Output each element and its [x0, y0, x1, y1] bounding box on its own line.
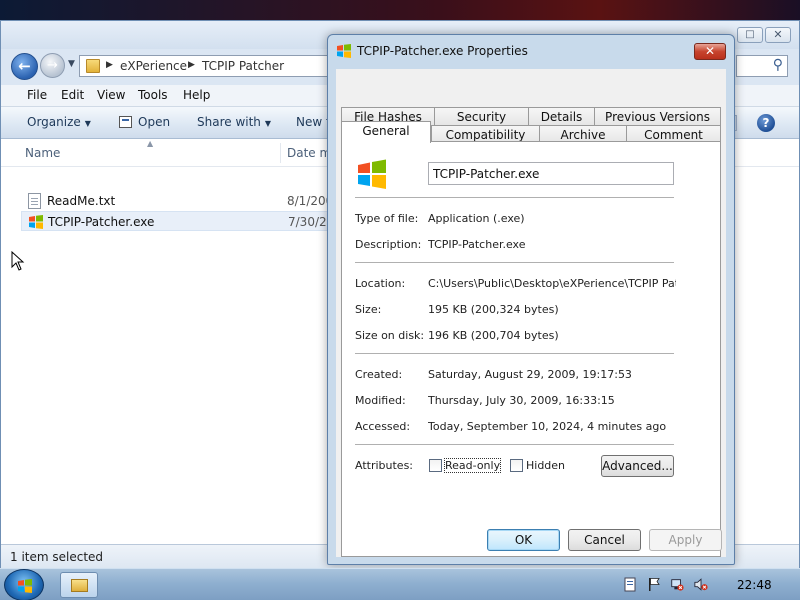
- cancel-button[interactable]: Cancel: [568, 529, 641, 551]
- dialog-body: File Hashes Security Details Previous Ve…: [336, 69, 726, 557]
- divider: [355, 353, 674, 354]
- open-label: Open: [138, 115, 171, 129]
- breadcrumb-segment[interactable]: eXPerience: [120, 59, 187, 73]
- size-label: Size:: [355, 303, 382, 316]
- windows-logo-icon: [337, 44, 351, 58]
- breadcrumb-arrow-icon[interactable]: ▶: [106, 60, 113, 70]
- hidden-label[interactable]: Hidden: [526, 459, 565, 472]
- hidden-checkbox[interactable]: [510, 459, 523, 472]
- desktop-background: [0, 0, 800, 20]
- chevron-down-icon: ▼: [264, 119, 272, 128]
- properties-dialog: TCPIP-Patcher.exe Properties ✕ File Hash…: [327, 34, 735, 565]
- sort-caret-icon: ▲: [147, 139, 154, 148]
- read-only-checkbox[interactable]: [429, 459, 442, 472]
- file-name-field[interactable]: [428, 162, 674, 185]
- created-value: Saturday, August 29, 2009, 19:17:53: [428, 368, 632, 381]
- text-file-icon: [28, 193, 41, 209]
- notification-icon[interactable]: [623, 577, 637, 592]
- search-icon[interactable]: ⚲: [773, 57, 783, 73]
- close-icon: ✕: [704, 44, 716, 58]
- divider: [355, 444, 674, 445]
- breadcrumb-segment[interactable]: TCPIP Patcher: [202, 59, 284, 73]
- read-only-label[interactable]: Read-only: [443, 458, 502, 473]
- ok-button[interactable]: OK: [487, 529, 560, 551]
- recent-pages-dropdown[interactable]: ▼: [68, 59, 75, 69]
- maximize-button[interactable]: □: [737, 27, 763, 43]
- advanced-button[interactable]: Advanced...: [601, 455, 674, 477]
- file-name: ReadMe.txt: [47, 194, 116, 208]
- tab-general[interactable]: General: [341, 121, 431, 143]
- breadcrumb-arrow-icon[interactable]: ▶: [188, 60, 195, 70]
- file-row-tcpip-patcher[interactable]: TCPIP-Patcher.exe 7/30/20: [21, 211, 341, 231]
- created-label: Created:: [355, 368, 403, 381]
- forward-button[interactable]: →: [40, 53, 65, 78]
- mouse-cursor-icon: [11, 251, 25, 271]
- type-of-file-value: Application (.exe): [428, 212, 525, 225]
- divider: [355, 197, 674, 198]
- dialog-close-button[interactable]: ✕: [694, 43, 726, 60]
- apply-button[interactable]: Apply: [649, 529, 722, 551]
- description-label: Description:: [355, 238, 422, 251]
- menu-edit[interactable]: Edit: [61, 88, 84, 102]
- volume-muted-icon[interactable]: [694, 577, 708, 592]
- share-with-button[interactable]: Share with ▼: [197, 115, 271, 129]
- size-on-disk-label: Size on disk:: [355, 329, 425, 342]
- dialog-title: TCPIP-Patcher.exe Properties: [357, 44, 528, 58]
- menu-tools[interactable]: Tools: [138, 88, 168, 102]
- chevron-down-icon: ▼: [84, 119, 91, 128]
- tab-details[interactable]: Details: [528, 107, 595, 127]
- accessed-value: Today, September 10, 2024, 4 minutes ago: [428, 420, 667, 433]
- help-icon[interactable]: ?: [757, 114, 775, 132]
- windows-flag-icon: [18, 579, 32, 593]
- location-label: Location:: [355, 277, 406, 290]
- description-value: TCPIP-Patcher.exe: [428, 238, 526, 251]
- organize-label: Organize: [27, 115, 81, 129]
- address-bar[interactable]: ▶ eXPerience ▶ TCPIP Patcher: [79, 55, 329, 77]
- folder-icon: [86, 59, 100, 73]
- menu-help[interactable]: Help: [183, 88, 210, 102]
- accessed-label: Accessed:: [355, 420, 411, 433]
- file-name: TCPIP-Patcher.exe: [48, 215, 155, 229]
- modified-value: Thursday, July 30, 2009, 16:33:15: [428, 394, 615, 407]
- column-divider[interactable]: [280, 143, 281, 163]
- open-button[interactable]: Open: [119, 115, 170, 129]
- location-value: C:\Users\Public\Desktop\eXPerience\TCPIP…: [428, 277, 676, 290]
- open-icon: [119, 116, 132, 128]
- back-arrow-icon: ←: [18, 57, 31, 75]
- general-tab-panel: Type of file: Application (.exe) Descrip…: [341, 141, 721, 557]
- action-center-flag-icon[interactable]: [647, 577, 661, 592]
- start-button[interactable]: [4, 569, 44, 600]
- menu-file[interactable]: File: [27, 88, 47, 102]
- search-input[interactable]: ⚲: [736, 55, 788, 77]
- file-row-readme[interactable]: ReadMe.txt 8/1/200: [21, 191, 341, 211]
- close-button[interactable]: ✕: [765, 27, 791, 43]
- divider: [355, 262, 674, 263]
- back-button[interactable]: ←: [11, 53, 38, 80]
- size-on-disk-value: 196 KB (200,704 bytes): [428, 329, 559, 342]
- windows-logo-icon: [29, 215, 43, 229]
- application-icon: [358, 159, 386, 189]
- new-folder-button[interactable]: New f: [296, 115, 330, 129]
- taskbar-explorer-button[interactable]: [60, 572, 98, 598]
- network-disconnected-icon[interactable]: [670, 577, 684, 592]
- tab-security[interactable]: Security: [434, 107, 529, 127]
- taskbar: 22:48: [0, 568, 800, 600]
- attributes-label: Attributes:: [355, 459, 414, 472]
- tab-previous-versions[interactable]: Previous Versions: [594, 107, 721, 127]
- dialog-titlebar[interactable]: TCPIP-Patcher.exe Properties ✕: [328, 35, 734, 69]
- menu-view[interactable]: View: [97, 88, 125, 102]
- type-of-file-label: Type of file:: [355, 212, 419, 225]
- column-name[interactable]: Name: [25, 146, 60, 160]
- status-text: 1 item selected: [10, 550, 104, 564]
- modified-label: Modified:: [355, 394, 406, 407]
- size-value: 195 KB (200,324 bytes): [428, 303, 559, 316]
- system-clock[interactable]: 22:48: [737, 578, 772, 592]
- forward-arrow-icon: →: [47, 58, 58, 73]
- folder-icon: [71, 579, 88, 592]
- share-with-label: Share with: [197, 115, 261, 129]
- organize-button[interactable]: Organize ▼: [27, 115, 91, 129]
